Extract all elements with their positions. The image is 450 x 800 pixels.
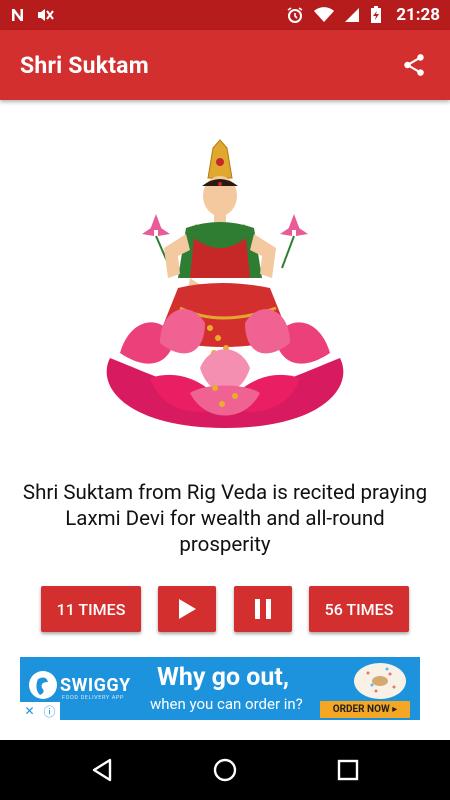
ad-brand: SWIGGY bbox=[60, 675, 131, 696]
home-icon bbox=[213, 758, 237, 782]
signal-icon bbox=[344, 7, 360, 23]
share-button[interactable] bbox=[396, 47, 432, 83]
alarm-icon bbox=[286, 6, 304, 24]
ad-banner[interactable]: SWIGGY FOOD DELIVERY APP Why go out, whe… bbox=[20, 657, 420, 720]
mute-icon bbox=[36, 7, 54, 23]
app-title: Shri Suktam bbox=[20, 51, 149, 79]
count-56-times-button[interactable]: 56 TIMES bbox=[309, 586, 409, 632]
count-11-times-button[interactable]: 11 TIMES bbox=[41, 586, 141, 632]
ad-subline: when you can order in? bbox=[150, 695, 303, 713]
app-bar: Shri Suktam bbox=[0, 30, 450, 100]
swiggy-logo-icon bbox=[29, 671, 57, 699]
recents-button[interactable] bbox=[328, 750, 368, 790]
play-icon bbox=[179, 599, 196, 619]
n-notification-icon bbox=[10, 7, 26, 23]
ad-tagline: FOOD DELIVERY APP bbox=[62, 695, 125, 701]
ad-choices[interactable]: ✕ ⓘ bbox=[20, 702, 60, 720]
home-button[interactable] bbox=[205, 750, 245, 790]
count-11-times-label: 11 TIMES bbox=[56, 599, 126, 619]
play-button[interactable] bbox=[158, 586, 216, 632]
battery-charging-icon bbox=[370, 6, 382, 24]
ad-headline: Why go out, bbox=[157, 663, 290, 692]
back-button[interactable] bbox=[82, 750, 122, 790]
info-icon[interactable]: ⓘ bbox=[43, 703, 55, 720]
pause-icon bbox=[255, 599, 271, 619]
count-56-times-label: 56 TIMES bbox=[324, 599, 394, 619]
status-bar: 21:28 bbox=[0, 0, 450, 30]
laxmi-image bbox=[90, 138, 360, 428]
status-time: 21:28 bbox=[396, 5, 440, 25]
pause-button[interactable] bbox=[234, 586, 292, 632]
back-icon bbox=[92, 758, 111, 782]
ad-cta-label: ORDER NOW ▸ bbox=[332, 704, 398, 715]
wifi-icon bbox=[314, 7, 335, 23]
description-text: Shri Suktam from Rig Veda is recited pra… bbox=[22, 481, 428, 557]
recents-icon bbox=[338, 759, 359, 781]
share-icon bbox=[404, 54, 424, 76]
close-icon[interactable]: ✕ bbox=[24, 704, 34, 718]
ad-order-now-button[interactable]: ORDER NOW ▸ bbox=[320, 701, 410, 718]
navigation-bar bbox=[0, 740, 450, 800]
